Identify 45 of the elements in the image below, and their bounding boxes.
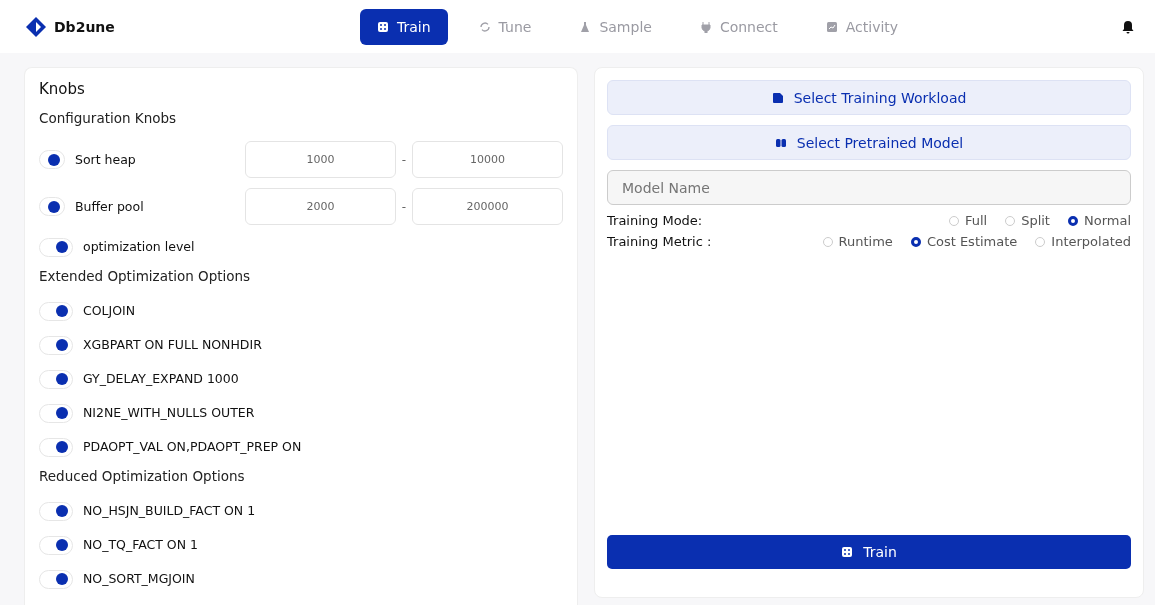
knob-label: optimization level <box>83 239 196 255</box>
section-heading: Configuration Knobs <box>39 110 178 126</box>
option-label: Training Metric : <box>607 234 712 249</box>
plug-icon <box>699 20 712 33</box>
knob-label: NI2NE_WITH_NULLS OUTER <box>83 405 255 421</box>
min-field[interactable]: 2000 <box>245 188 396 225</box>
knob-label: Sort heap <box>75 151 137 168</box>
knob-label: PDAOPT_VAL ON,PDAOPT_PREP ON <box>83 439 302 455</box>
dice-icon <box>841 546 854 558</box>
train-button[interactable]: Train <box>607 535 1131 569</box>
range-separator: - <box>400 152 408 167</box>
panel-title: Knobs <box>39 80 86 98</box>
model-name-field[interactable]: Model Name <box>607 170 1131 205</box>
brand-name: Db2une <box>54 18 115 35</box>
flask-icon <box>579 20 592 33</box>
section-heading: Reduced Optimization Options <box>39 468 246 484</box>
knob-label: COLJOIN <box>83 303 137 319</box>
radio-option[interactable]: Interpolated <box>1035 234 1131 249</box>
option-label: Training Mode: <box>607 213 703 228</box>
radio-option[interactable]: Runtime <box>822 234 893 249</box>
radio-option[interactable]: Cost Estimate <box>910 234 1018 249</box>
logo-icon <box>26 16 46 37</box>
knob-label: NO_HSJN_BUILD_FACT ON 1 <box>83 503 256 519</box>
chart-icon <box>825 20 838 33</box>
knob-label: Buffer pool <box>75 198 145 215</box>
range-separator: - <box>400 199 408 214</box>
knob-label: XGBPART ON FULL NONHDIR <box>83 337 262 353</box>
nav-tab[interactable]: Train <box>360 8 448 45</box>
radio-option[interactable]: Normal <box>1067 213 1131 228</box>
max-field[interactable]: 10000 <box>412 141 563 178</box>
select-button[interactable]: Select Pretrained Model <box>607 125 1131 160</box>
section-heading: Extended Optimization Options <box>39 268 252 284</box>
bell-icon[interactable] <box>1121 19 1135 34</box>
radio-option[interactable]: Split <box>1005 213 1050 228</box>
min-field[interactable]: 1000 <box>245 141 396 178</box>
book-icon <box>774 136 787 149</box>
dice-icon <box>377 20 389 33</box>
radio-option[interactable]: Full <box>948 213 988 228</box>
knob-label: GY_DELAY_EXPAND 1000 <box>83 371 240 387</box>
select-button[interactable]: Select Training Workload <box>607 80 1131 115</box>
knob-label: NO_SORT_MGJOIN <box>83 571 196 587</box>
knob-label: NO_TQ_FACT ON 1 <box>83 537 199 553</box>
file-icon <box>771 91 784 104</box>
max-field[interactable]: 200000 <box>412 188 563 225</box>
sync-icon <box>478 20 491 33</box>
